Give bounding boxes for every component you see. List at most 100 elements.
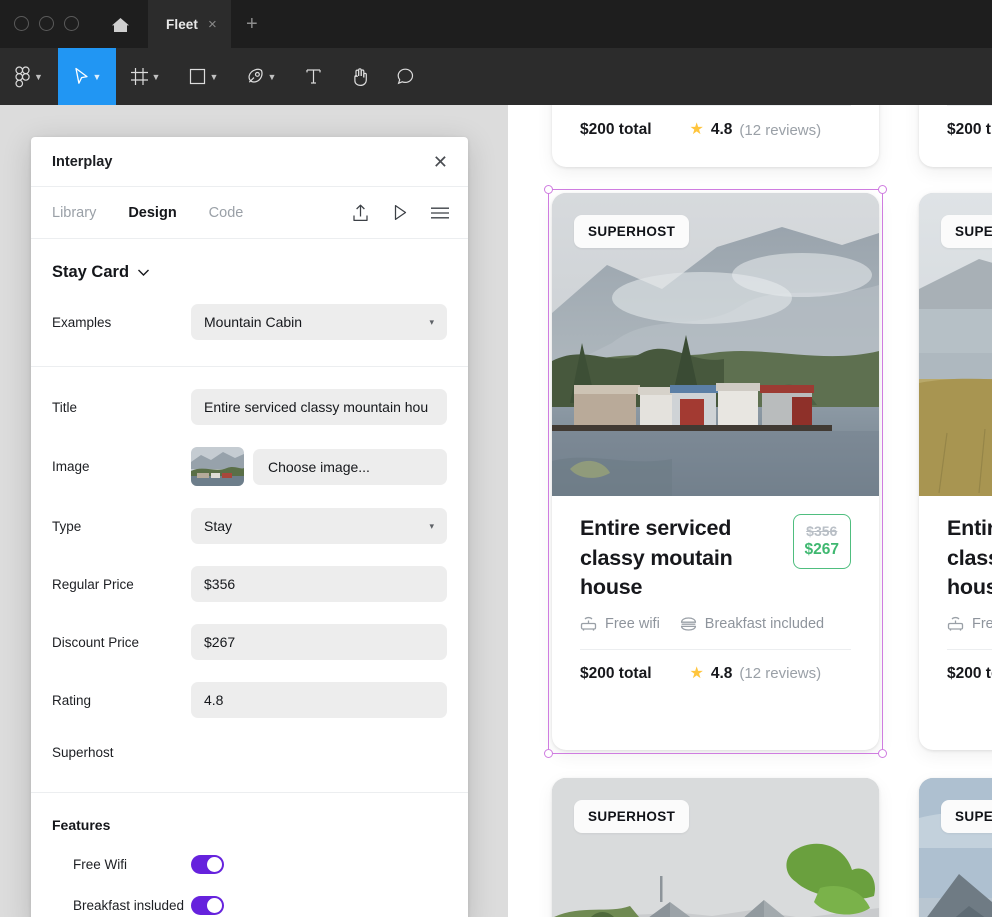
chevron-down-icon[interactable]: ▾ [429, 521, 434, 532]
comment-tool-button[interactable] [382, 48, 428, 105]
superhost-badge: SUPER [941, 800, 992, 833]
stay-card-bottom-left-partial[interactable]: SUPERHOST [552, 778, 879, 917]
interplay-panel[interactable]: Interplay ✕ Library Design Code Stay Car… [31, 137, 468, 917]
rating-input[interactable]: 4.8 [191, 682, 447, 718]
menu-icon[interactable] [430, 206, 450, 220]
play-icon[interactable] [391, 203, 409, 222]
panel-header: Interplay ✕ [31, 137, 468, 187]
amenity-breakfast: Breakfast included [680, 616, 824, 632]
field-rating[interactable]: Rating 4.8 [52, 682, 447, 718]
regular-price-input[interactable]: $356 [191, 566, 447, 602]
superhost-badge: SUPERHOST [574, 800, 690, 833]
tab-library[interactable]: Library [52, 205, 96, 221]
field-label: Regular Price [52, 576, 134, 592]
component-selector[interactable]: Stay Card [52, 239, 447, 282]
chevron-down-icon[interactable]: ▼ [93, 73, 102, 82]
tab-fleet[interactable]: Fleet × [148, 0, 231, 48]
panel-tabs[interactable]: Library Design Code [31, 187, 468, 239]
upload-icon[interactable] [351, 203, 370, 223]
card-reviews: (12 reviews) [739, 665, 822, 682]
card-amenities: Free wifi Breakfast included [580, 616, 851, 632]
move-tool-button[interactable]: ▼ [58, 48, 116, 105]
field-type[interactable]: Type Stay ▾ [52, 508, 447, 544]
stay-card-top-partial[interactable]: $200 total ★ 4.8 (12 reviews) [552, 105, 879, 167]
hand-tool-button[interactable] [336, 48, 382, 105]
feature-breakfast[interactable]: Breakfast insluded [52, 874, 447, 915]
new-tab-button[interactable]: + [231, 0, 273, 48]
field-label: Superhost [52, 744, 114, 760]
card-title: Entire serviced classy moutain house [947, 516, 992, 599]
amenity-label: Free wifi [605, 615, 660, 632]
field-title[interactable]: Title Entire serviced classy mountain ho… [52, 389, 447, 425]
type-value: Stay [204, 518, 233, 534]
tab-strip[interactable]: Fleet × + [148, 0, 273, 48]
text-tool-button[interactable] [290, 48, 336, 105]
home-button[interactable] [105, 14, 135, 36]
card-reviews: (12 reviews) [739, 121, 822, 139]
stay-card-right-partial[interactable]: SUPERHOST Entire serviced classy moutain… [919, 193, 992, 750]
field-examples[interactable]: Examples Mountain Cabin ▾ [52, 304, 447, 340]
window-zoom-button[interactable] [64, 16, 79, 31]
figma-logo-button[interactable]: ▼ [0, 48, 58, 105]
section-divider [31, 366, 468, 367]
field-discount-price[interactable]: Discount Price $267 [52, 624, 447, 660]
frame-tool-button[interactable]: ▼ [116, 48, 174, 105]
image-thumbnail[interactable] [191, 447, 244, 486]
resize-handle-bottom-left[interactable] [544, 749, 553, 758]
free-wifi-toggle[interactable] [191, 855, 224, 874]
window-close-button[interactable] [14, 16, 29, 31]
field-regular-price[interactable]: Regular Price $356 [52, 566, 447, 602]
chevron-down-icon[interactable] [137, 268, 150, 277]
field-image[interactable]: Image Choose image... [52, 447, 447, 486]
tab-code[interactable]: Code [209, 205, 244, 221]
type-select[interactable]: Stay ▾ [191, 508, 447, 544]
superhost-badge: SUPERHOST [941, 215, 992, 248]
home-icon [111, 18, 129, 32]
shape-tool-button[interactable]: ▼ [174, 48, 232, 105]
square-icon [189, 68, 205, 85]
figma-toolbar[interactable]: ▼ ▼ ▼ ▼ ▼ [0, 48, 992, 105]
chevron-down-icon[interactable]: ▼ [152, 73, 161, 82]
star-icon: ★ [689, 664, 704, 682]
house-roof-photo [552, 778, 879, 917]
window-minimize-button[interactable] [39, 16, 54, 31]
close-icon[interactable]: ✕ [433, 153, 448, 171]
frame-icon [130, 68, 148, 85]
chevron-down-icon[interactable]: ▼ [268, 73, 277, 82]
stay-card-bottom-right-partial[interactable]: SUPER [919, 778, 992, 917]
feature-label: Breakfast insluded [73, 898, 185, 913]
resize-handle-top-right[interactable] [878, 185, 887, 194]
stay-card-top-right-partial[interactable]: $200 t [919, 105, 992, 167]
field-label: Examples [52, 314, 112, 330]
pen-icon [248, 68, 263, 83]
pen-tool-button[interactable]: ▼ [232, 48, 290, 105]
tab-design[interactable]: Design [128, 205, 176, 221]
choose-image-button[interactable]: Choose image... [253, 448, 447, 485]
resize-handle-bottom-right[interactable] [878, 749, 887, 758]
features-heading: Features [52, 817, 111, 833]
close-icon[interactable]: × [208, 17, 217, 32]
component-section: Stay Card Examples Mountain Cabin ▾ [31, 239, 468, 366]
window-traffic-lights[interactable] [14, 16, 79, 31]
stay-card-selected[interactable]: SUPERHOST Entire serviced classy moutain… [552, 193, 879, 750]
chevron-down-icon[interactable]: ▼ [34, 73, 43, 82]
discount-price-input[interactable]: $267 [191, 624, 447, 660]
card-total: $200 total [947, 664, 992, 682]
figma-icon [15, 65, 30, 87]
superhost-badge: SUPERHOST [574, 215, 690, 248]
breakfast-toggle[interactable] [191, 896, 224, 915]
card-rating: 4.8 [710, 664, 733, 682]
toggle-knob [174, 754, 189, 769]
card-rating: 4.8 [710, 121, 733, 138]
card-photo: SUPERHOST [552, 193, 879, 496]
amenity-label: Free wifi [972, 615, 992, 632]
properties-section: Title Entire serviced classy mountain ho… [31, 389, 468, 792]
chevron-down-icon[interactable]: ▼ [210, 73, 219, 82]
chevron-down-icon[interactable]: ▾ [429, 317, 434, 328]
feature-free-wifi[interactable]: Free Wifi [52, 833, 447, 874]
amenity-free-wifi: Free wifi [580, 616, 660, 632]
title-input[interactable]: Entire serviced classy mountain hou [191, 389, 447, 425]
mountain-sky-photo [919, 778, 992, 917]
field-superhost[interactable]: Superhost [52, 740, 447, 769]
examples-select[interactable]: Mountain Cabin ▾ [191, 304, 447, 340]
